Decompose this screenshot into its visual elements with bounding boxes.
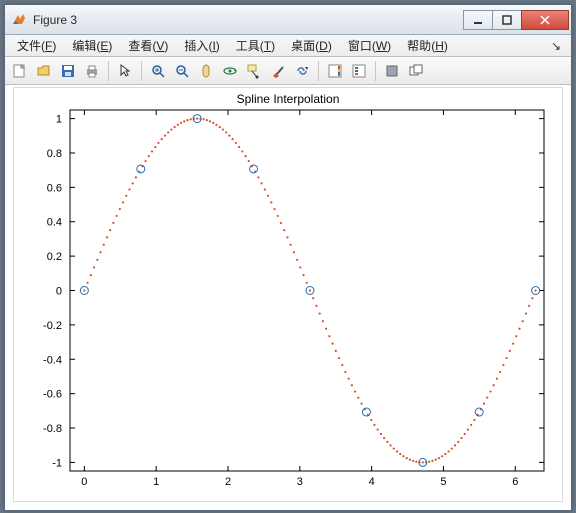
svg-text:-0.6: -0.6: [43, 389, 62, 401]
svg-text:5: 5: [440, 476, 446, 488]
svg-text:-1: -1: [52, 457, 62, 469]
figure-window: Figure 3 文件(F) 编辑(E) 查看(V) 插入(I) 工具(T) 桌…: [4, 4, 572, 511]
title-bar[interactable]: Figure 3: [5, 5, 571, 35]
save-icon[interactable]: [57, 60, 79, 82]
svg-text:2: 2: [225, 476, 231, 488]
svg-text:-0.4: -0.4: [43, 354, 62, 366]
window-title: Figure 3: [33, 13, 464, 27]
svg-text:3: 3: [297, 476, 303, 488]
rotate3d-icon[interactable]: [219, 60, 241, 82]
zoom-out-icon[interactable]: [171, 60, 193, 82]
show-plot-icon[interactable]: [405, 60, 427, 82]
svg-text:-0.2: -0.2: [43, 320, 62, 332]
print-icon[interactable]: [81, 60, 103, 82]
menu-window[interactable]: 窗口(W): [340, 35, 399, 56]
toolbar: [5, 57, 571, 85]
svg-text:1: 1: [153, 476, 159, 488]
plot-area[interactable]: Spline Interpolation 0123456-1-0.8-0.6-0…: [13, 87, 563, 502]
menu-view[interactable]: 查看(V): [120, 35, 176, 56]
svg-text:0.4: 0.4: [47, 217, 62, 229]
menu-tools[interactable]: 工具(T): [228, 35, 283, 56]
svg-text:0: 0: [81, 476, 87, 488]
svg-text:0.6: 0.6: [47, 182, 62, 194]
svg-text:0.2: 0.2: [47, 251, 62, 263]
menu-edit[interactable]: 编辑(E): [64, 35, 120, 56]
zoom-in-icon[interactable]: [147, 60, 169, 82]
data-cursor-icon[interactable]: [243, 60, 265, 82]
brush-icon[interactable]: [267, 60, 289, 82]
pan-icon[interactable]: [195, 60, 217, 82]
svg-text:1: 1: [56, 114, 62, 126]
new-figure-icon[interactable]: [9, 60, 31, 82]
open-file-icon[interactable]: [33, 60, 55, 82]
link-plots-icon[interactable]: [291, 60, 313, 82]
svg-text:4: 4: [369, 476, 375, 488]
hide-plot-icon[interactable]: [381, 60, 403, 82]
menu-more-icon[interactable]: ↘: [545, 39, 567, 53]
svg-text:-0.8: -0.8: [43, 423, 62, 435]
menu-file[interactable]: 文件(F): [9, 35, 64, 56]
colorbar-icon[interactable]: [324, 60, 346, 82]
axes: 0 1 2 3 4 5 6 -1 -0.8 -0.6 -0.4 -0.2 0 0.2 0.4 0.6 0.8 1: [14, 88, 562, 501]
maximize-button[interactable]: [492, 10, 522, 30]
matlab-logo-icon: [11, 12, 27, 28]
minimize-button[interactable]: [463, 10, 493, 30]
legend-icon[interactable]: [348, 60, 370, 82]
menu-help[interactable]: 帮助(H): [399, 35, 456, 56]
svg-text:0: 0: [56, 286, 62, 298]
svg-text:0.8: 0.8: [47, 148, 62, 160]
edit-arrow-icon[interactable]: [114, 60, 136, 82]
menu-insert[interactable]: 插入(I): [176, 35, 227, 56]
menu-bar: 文件(F) 编辑(E) 查看(V) 插入(I) 工具(T) 桌面(D) 窗口(W…: [5, 35, 571, 57]
menu-desktop[interactable]: 桌面(D): [283, 35, 340, 56]
close-button[interactable]: [521, 10, 569, 30]
svg-text:6: 6: [512, 476, 518, 488]
